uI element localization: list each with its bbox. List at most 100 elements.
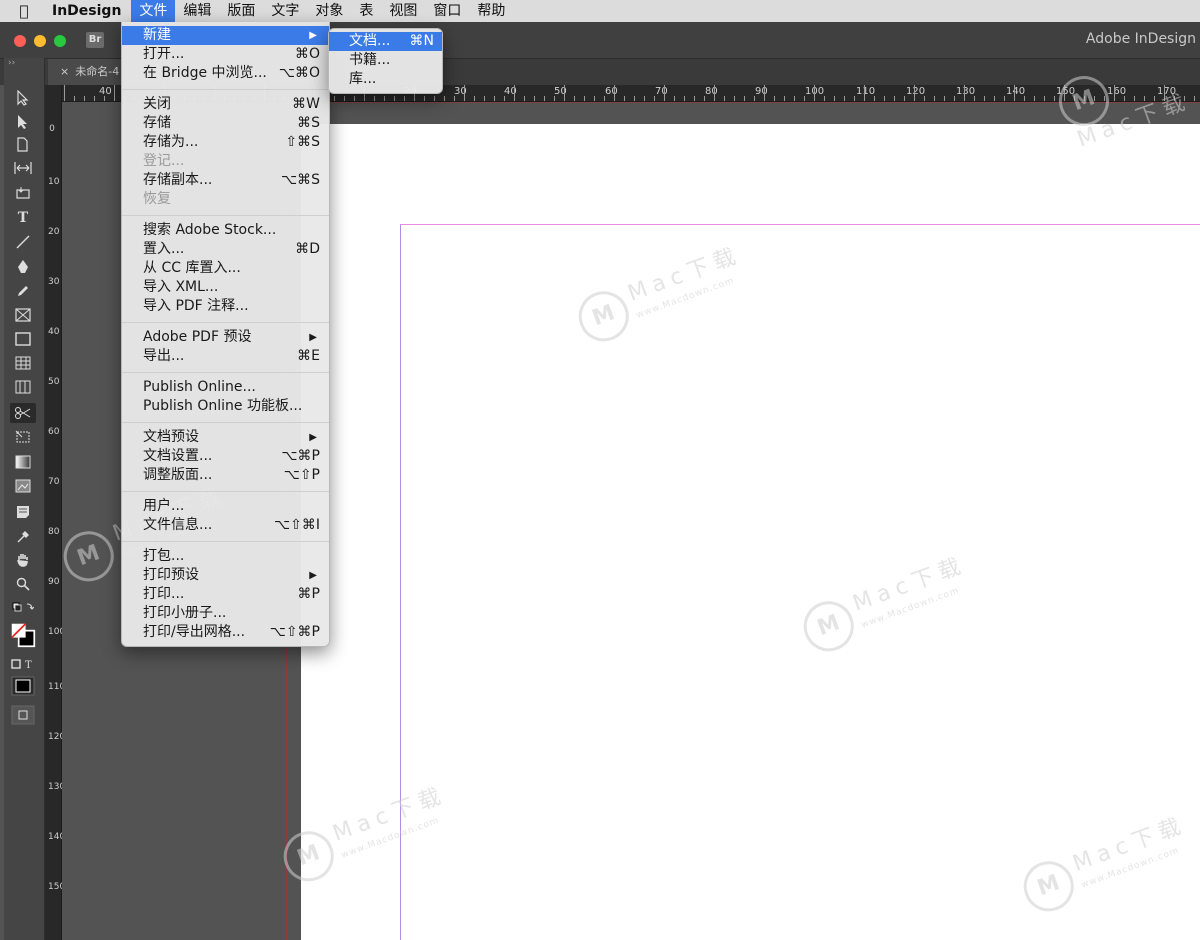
vertical-ruler[interactable]: 0 10 20 30 40 50 60 70 80 90 100 110 120… [45, 85, 66, 940]
zoom-tool-icon[interactable] [10, 574, 36, 594]
ruler-tick [104, 96, 105, 101]
ruler-tick [1044, 96, 1045, 101]
menu-item-open[interactable]: 打开... ⌘O [122, 45, 329, 64]
screen-mode-icon[interactable] [10, 704, 36, 726]
menu-item-new[interactable]: 新建 ▶ [122, 26, 329, 45]
menu-edit[interactable]: 编辑 [175, 0, 219, 22]
menu-item-print-booklet[interactable]: 打印小册子... [122, 604, 329, 623]
zoom-window-button[interactable] [54, 35, 66, 47]
rectangle-tool-icon[interactable] [10, 329, 36, 349]
menu-item-browse-bridge[interactable]: 在 Bridge 中浏览... ⌥⌘O [122, 64, 329, 83]
menu-type[interactable]: 文字 [263, 0, 307, 22]
menu-layout[interactable]: 版面 [219, 0, 263, 22]
content-collector-icon[interactable] [10, 183, 36, 203]
menu-item-publish-online-dashboard[interactable]: Publish Online 功能板... [122, 397, 329, 416]
page-tool-icon[interactable] [10, 135, 36, 155]
panel-collapse-icon[interactable]: ›› [4, 58, 44, 68]
default-colors-icon[interactable] [10, 598, 36, 618]
menu-window[interactable]: 窗口 [425, 0, 469, 22]
menu-view[interactable]: 视图 [381, 0, 425, 22]
menu-help[interactable]: 帮助 [469, 0, 513, 22]
menu-table[interactable]: 表 [351, 0, 381, 22]
macos-menu-bar:  InDesign 文件 编辑 版面 文字 对象 表 视图 窗口 帮助 [0, 0, 1200, 23]
menu-object[interactable]: 对象 [307, 0, 351, 22]
bridge-icon[interactable]: Br [86, 32, 104, 48]
menu-item-save-copy[interactable]: 存储副本... ⌥⌘S [122, 171, 329, 190]
menu-item-close[interactable]: 关闭 ⌘W [122, 95, 329, 114]
gap-tool-icon[interactable] [10, 158, 36, 178]
menu-item-adobe-pdf-presets[interactable]: Adobe PDF 预设 ▶ [122, 328, 329, 347]
note-tool-icon[interactable] [10, 502, 36, 522]
gradient-feather-tool-icon[interactable] [10, 476, 36, 496]
menu-item-publish-online[interactable]: Publish Online... [122, 378, 329, 397]
ruler-tick [404, 96, 405, 101]
eyedropper-tool-icon[interactable] [10, 527, 36, 547]
ruler-tick [1014, 85, 1015, 101]
ruler-label: 140 [1006, 86, 1026, 97]
menu-item-place[interactable]: 置入... ⌘D [122, 240, 329, 259]
submenu-item-library[interactable]: 库... [329, 70, 442, 89]
ruler-tick [954, 96, 955, 101]
close-window-button[interactable] [14, 35, 26, 47]
menu-item-save[interactable]: 存储 ⌘S [122, 114, 329, 133]
line-tool-icon[interactable] [10, 232, 36, 252]
ruler-tick [1184, 96, 1185, 101]
menu-item-package[interactable]: 打包... [122, 547, 329, 566]
close-tab-icon[interactable]: × [60, 65, 69, 78]
ruler-label: 110 [48, 682, 66, 692]
ruler-tick [634, 96, 635, 101]
menu-item-revert: 恢复 [143, 191, 171, 207]
hand-tool-icon[interactable] [10, 550, 36, 570]
submenu-item-document[interactable]: 文档... ⌘N [329, 32, 442, 51]
ruler-label: 60 [605, 86, 618, 97]
menu-item-import-xml[interactable]: 导入 XML... [122, 278, 329, 297]
apple-icon[interactable]:  [0, 2, 48, 20]
pen-tool-icon[interactable] [10, 257, 36, 277]
menu-item-print-presets[interactable]: 打印预设 ▶ [122, 566, 329, 585]
menu-item-save-as[interactable]: 存储为... ⇧⌘S [122, 133, 329, 152]
ruler-tick [864, 85, 865, 101]
fill-stroke-swatch-icon[interactable] [10, 620, 36, 650]
table-tool-icon[interactable] [10, 353, 36, 373]
pencil-tool-icon[interactable] [10, 281, 36, 301]
menu-item-search-adobe-stock[interactable]: 搜索 Adobe Stock... [122, 221, 329, 240]
free-transform-tool-icon[interactable] [10, 427, 36, 447]
ruler-tick [614, 85, 615, 101]
menu-item-print[interactable]: 打印... ⌘P [122, 585, 329, 604]
submenu-arrow-icon: ▶ [309, 570, 317, 581]
selection-tool-icon[interactable] [10, 88, 36, 108]
menu-file[interactable]: 文件 [131, 0, 176, 22]
type-tool-icon[interactable]: T [10, 208, 36, 228]
gradient-tool-icon[interactable] [10, 452, 36, 472]
ruler-tick [454, 96, 455, 101]
ruler-tick [764, 85, 765, 101]
direct-selection-tool-icon[interactable] [10, 112, 36, 132]
menu-item-check-in: 登记... [143, 153, 185, 169]
menu-item-export[interactable]: 导出... ⌘E [122, 347, 329, 366]
menu-item-import-pdf-comments[interactable]: 导入 PDF 注释... [122, 297, 329, 316]
ruler-label: 140 [48, 832, 66, 842]
menu-item-place-from-cc[interactable]: 从 CC 库置入... [122, 259, 329, 278]
ruler-tick [354, 96, 355, 101]
scissors-tool-icon[interactable] [10, 403, 36, 423]
menu-item-print-export-grid[interactable]: 打印/导出网格... ⌥⇧⌘P [122, 623, 329, 642]
minimize-window-button[interactable] [34, 35, 46, 47]
app-name-menu[interactable]: InDesign [48, 3, 131, 19]
file-menu: 新建 ▶ 打开... ⌘O 在 Bridge 中浏览... ⌥⌘O 关闭 ⌘W 存储 ⌘S… [121, 22, 330, 647]
apply-color-icon[interactable] [10, 674, 36, 698]
ruler-tick [1154, 96, 1155, 101]
menu-separator [122, 215, 329, 216]
menu-item-user[interactable]: 用户... [122, 497, 329, 516]
rectangle-frame-tool-icon[interactable] [10, 305, 36, 325]
menu-separator [122, 541, 329, 542]
menu-item-adjust-layout[interactable]: 调整版面... ⌥⇧P [122, 466, 329, 485]
menu-item-file-info[interactable]: 文件信息... ⌥⇧⌘I [122, 516, 329, 535]
ruler-label: 90 [755, 86, 768, 97]
submenu-item-book[interactable]: 书籍... [329, 51, 442, 70]
menu-item-document-presets[interactable]: 文档预设 ▶ [122, 428, 329, 447]
menu-item-document-setup[interactable]: 文档设置... ⌥⌘P [122, 447, 329, 466]
grid-tool-icon[interactable] [10, 377, 36, 397]
document-tab[interactable]: × 未命名-4 [48, 59, 130, 85]
formatting-affects-icon[interactable]: T [10, 654, 36, 674]
ruler-tick [854, 96, 855, 101]
